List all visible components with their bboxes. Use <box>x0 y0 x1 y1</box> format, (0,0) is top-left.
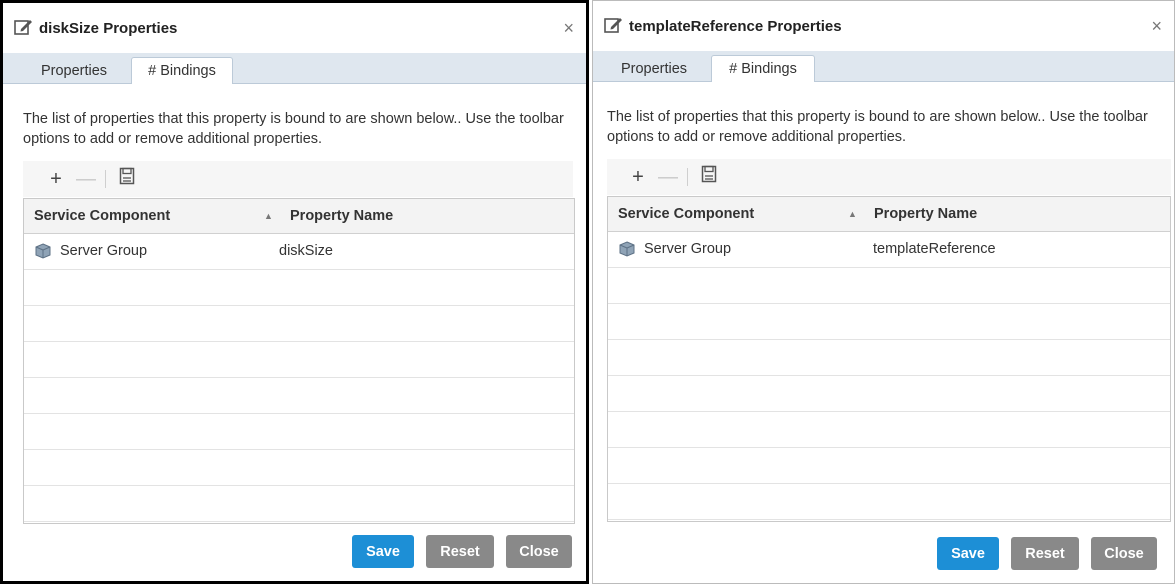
table-row <box>24 450 574 486</box>
close-icon[interactable]: × <box>1151 16 1162 37</box>
table-row <box>608 412 1170 448</box>
edit-icon <box>603 15 625 37</box>
edit-icon <box>13 17 35 39</box>
toolbar-separator <box>687 168 688 186</box>
save-icon[interactable] <box>694 165 724 189</box>
dialog-titlebar: diskSize Properties × <box>3 3 586 53</box>
row-property: templateReference <box>873 241 996 257</box>
table-row <box>24 342 574 378</box>
dialog-footer: Save Reset Close <box>593 525 1174 583</box>
reset-button[interactable]: Reset <box>426 535 494 568</box>
tab-bindings[interactable]: # Bindings <box>711 55 815 82</box>
bindings-description: The list of properties that this propert… <box>23 111 564 147</box>
table-row[interactable]: Server Group diskSize <box>24 234 574 270</box>
dialog-title: diskSize Properties <box>39 19 178 37</box>
column-property-name[interactable]: Property Name <box>874 206 977 222</box>
column-service-component[interactable]: Service Component <box>618 206 754 222</box>
properties-dialog-disksize: diskSize Properties × Properties # Bindi… <box>0 0 589 584</box>
row-component: Server Group <box>60 243 148 259</box>
dialog-titlebar: templateReference Properties × <box>593 1 1174 51</box>
add-button[interactable]: + <box>623 166 653 189</box>
grid-header: Service Component ▲ Property Name <box>608 197 1170 232</box>
table-row[interactable]: Server Group templateReference <box>608 232 1170 268</box>
table-row <box>608 340 1170 376</box>
sort-asc-icon: ▲ <box>848 209 857 219</box>
table-row <box>24 378 574 414</box>
grid-toolbar: + — <box>23 161 573 197</box>
grid-header: Service Component ▲ Property Name <box>24 199 574 234</box>
bindings-grid: Service Component ▲ Property Name Server… <box>607 196 1171 522</box>
table-row <box>608 304 1170 340</box>
close-button[interactable]: Close <box>506 535 572 568</box>
tab-strip: Properties # Bindings <box>593 51 1174 82</box>
table-row <box>24 414 574 450</box>
save-icon[interactable] <box>112 167 142 191</box>
bindings-description: The list of properties that this propert… <box>607 109 1148 145</box>
add-button[interactable]: + <box>41 168 71 191</box>
remove-button[interactable]: — <box>653 166 683 189</box>
row-component: Server Group <box>644 241 732 257</box>
table-row <box>24 306 574 342</box>
toolbar-separator <box>105 170 106 188</box>
row-property: diskSize <box>279 243 333 259</box>
remove-button[interactable]: — <box>71 168 101 191</box>
table-row <box>24 270 574 306</box>
bindings-grid: Service Component ▲ Property Name Server… <box>23 198 575 524</box>
grid-toolbar: + — <box>607 159 1171 195</box>
reset-button[interactable]: Reset <box>1011 537 1079 570</box>
table-row <box>24 486 574 522</box>
server-group-icon <box>34 243 52 259</box>
close-icon[interactable]: × <box>563 18 574 39</box>
table-row <box>608 448 1170 484</box>
table-row <box>608 376 1170 412</box>
save-button[interactable]: Save <box>937 537 999 570</box>
save-button[interactable]: Save <box>352 535 414 568</box>
column-service-component[interactable]: Service Component <box>34 208 170 224</box>
dialog-footer: Save Reset Close <box>3 523 586 581</box>
tab-bindings[interactable]: # Bindings <box>131 57 233 84</box>
tab-properties[interactable]: Properties <box>605 55 703 81</box>
server-group-icon <box>618 241 636 257</box>
tab-strip: Properties # Bindings <box>3 53 586 84</box>
properties-dialog-templatereference: templateReference Properties × Propertie… <box>592 0 1175 584</box>
table-row <box>608 484 1170 520</box>
close-button[interactable]: Close <box>1091 537 1157 570</box>
tab-properties[interactable]: Properties <box>25 57 123 83</box>
table-row <box>608 268 1170 304</box>
column-property-name[interactable]: Property Name <box>290 208 393 224</box>
sort-asc-icon: ▲ <box>264 211 273 221</box>
dialog-title: templateReference Properties <box>629 17 842 35</box>
